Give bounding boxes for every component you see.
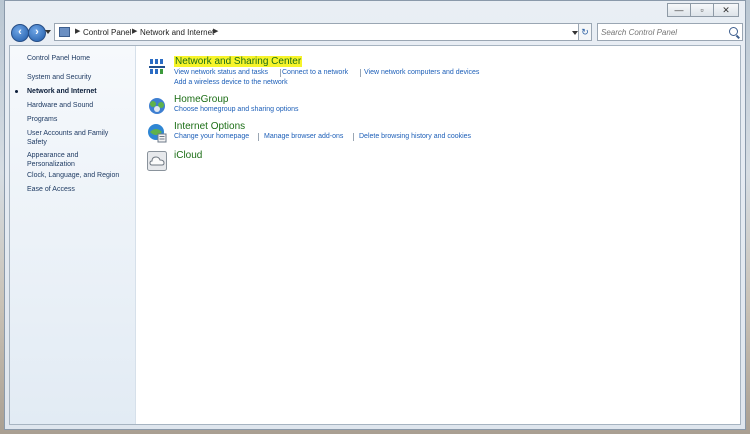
internet-options-icon — [148, 124, 167, 143]
link-add-wireless-device[interactable]: Add a wireless device to the network — [174, 79, 288, 86]
search-input[interactable] — [601, 25, 721, 39]
navigation-toolbar: ‹ › ▶ Control Panel ▶ Network and Intern… — [5, 19, 745, 45]
search-icon[interactable] — [729, 27, 738, 36]
icloud-icon — [147, 151, 167, 171]
breadcrumb-control-panel[interactable]: Control Panel — [83, 28, 131, 37]
active-bullet-icon — [15, 90, 18, 93]
sidebar-item-control-panel-home[interactable]: Control Panel Home — [27, 54, 131, 63]
back-button[interactable]: ‹ — [11, 24, 29, 42]
chevron-right-icon[interactable]: ▶ — [132, 27, 137, 35]
chevron-right-icon[interactable]: ▶ — [213, 27, 218, 35]
caption-buttons: — ▫ ✕ — [667, 3, 739, 17]
sidebar: Control Panel Home System and Security N… — [10, 46, 136, 424]
forward-button[interactable]: › — [28, 24, 46, 42]
link-separator — [353, 133, 354, 141]
category-list: Network and Sharing Center View network … — [136, 46, 740, 424]
homegroup-icon — [149, 98, 165, 114]
content-pane: Control Panel Home System and Security N… — [9, 45, 741, 425]
link-view-network-status[interactable]: View network status and tasks — [174, 69, 268, 76]
sidebar-item-clock-language-region[interactable]: Clock, Language, and Region — [27, 171, 131, 180]
sidebar-item-network-and-internet[interactable]: Network and Internet — [15, 87, 131, 96]
sidebar-item-hardware-and-sound[interactable]: Hardware and Sound — [27, 101, 131, 110]
link-change-homepage[interactable]: Change your homepage — [174, 133, 249, 140]
control-panel-window: — ▫ ✕ ‹ › ▶ Control Panel ▶ Network and … — [4, 0, 746, 430]
sidebar-item-system-and-security[interactable]: System and Security — [27, 73, 131, 82]
recent-pages-dropdown[interactable] — [45, 30, 51, 34]
network-icon — [149, 59, 165, 74]
sidebar-item-user-accounts[interactable]: User Accounts and Family Safety — [27, 129, 117, 147]
minimize-button[interactable]: — — [667, 3, 691, 17]
link-connect-to-network[interactable]: Connect to a network — [282, 69, 348, 76]
close-button[interactable]: ✕ — [713, 3, 739, 17]
address-bar[interactable]: ▶ Control Panel ▶ Network and Internet ▶ — [54, 23, 583, 41]
maximize-button[interactable]: ▫ — [690, 3, 714, 17]
refresh-button[interactable]: ↻ — [578, 23, 592, 41]
link-manage-add-ons[interactable]: Manage browser add-ons — [264, 133, 343, 140]
link-separator — [280, 69, 281, 77]
category-title-internet-options[interactable]: Internet Options — [174, 121, 245, 132]
link-separator — [258, 133, 259, 141]
category-title-icloud[interactable]: iCloud — [174, 150, 202, 161]
control-panel-icon — [59, 27, 70, 37]
breadcrumb-network-and-internet[interactable]: Network and Internet — [140, 28, 214, 37]
sidebar-item-programs[interactable]: Programs — [27, 115, 131, 124]
sidebar-item-appearance[interactable]: Appearance and Personalization — [27, 151, 97, 169]
sidebar-item-ease-of-access[interactable]: Ease of Access — [27, 185, 131, 194]
link-delete-browsing-history[interactable]: Delete browsing history and cookies — [359, 133, 471, 140]
link-separator — [360, 69, 361, 77]
category-title-homegroup[interactable]: HomeGroup — [174, 94, 228, 105]
link-homegroup-sharing-options[interactable]: Choose homegroup and sharing options — [174, 106, 299, 113]
category-title-network-and-sharing[interactable]: Network and Sharing Center — [174, 56, 303, 67]
chevron-right-icon[interactable]: ▶ — [75, 27, 80, 35]
link-view-network-computers[interactable]: View network computers and devices — [364, 69, 479, 76]
search-box[interactable] — [597, 23, 743, 41]
sidebar-item-label: Network and Internet — [27, 88, 97, 95]
